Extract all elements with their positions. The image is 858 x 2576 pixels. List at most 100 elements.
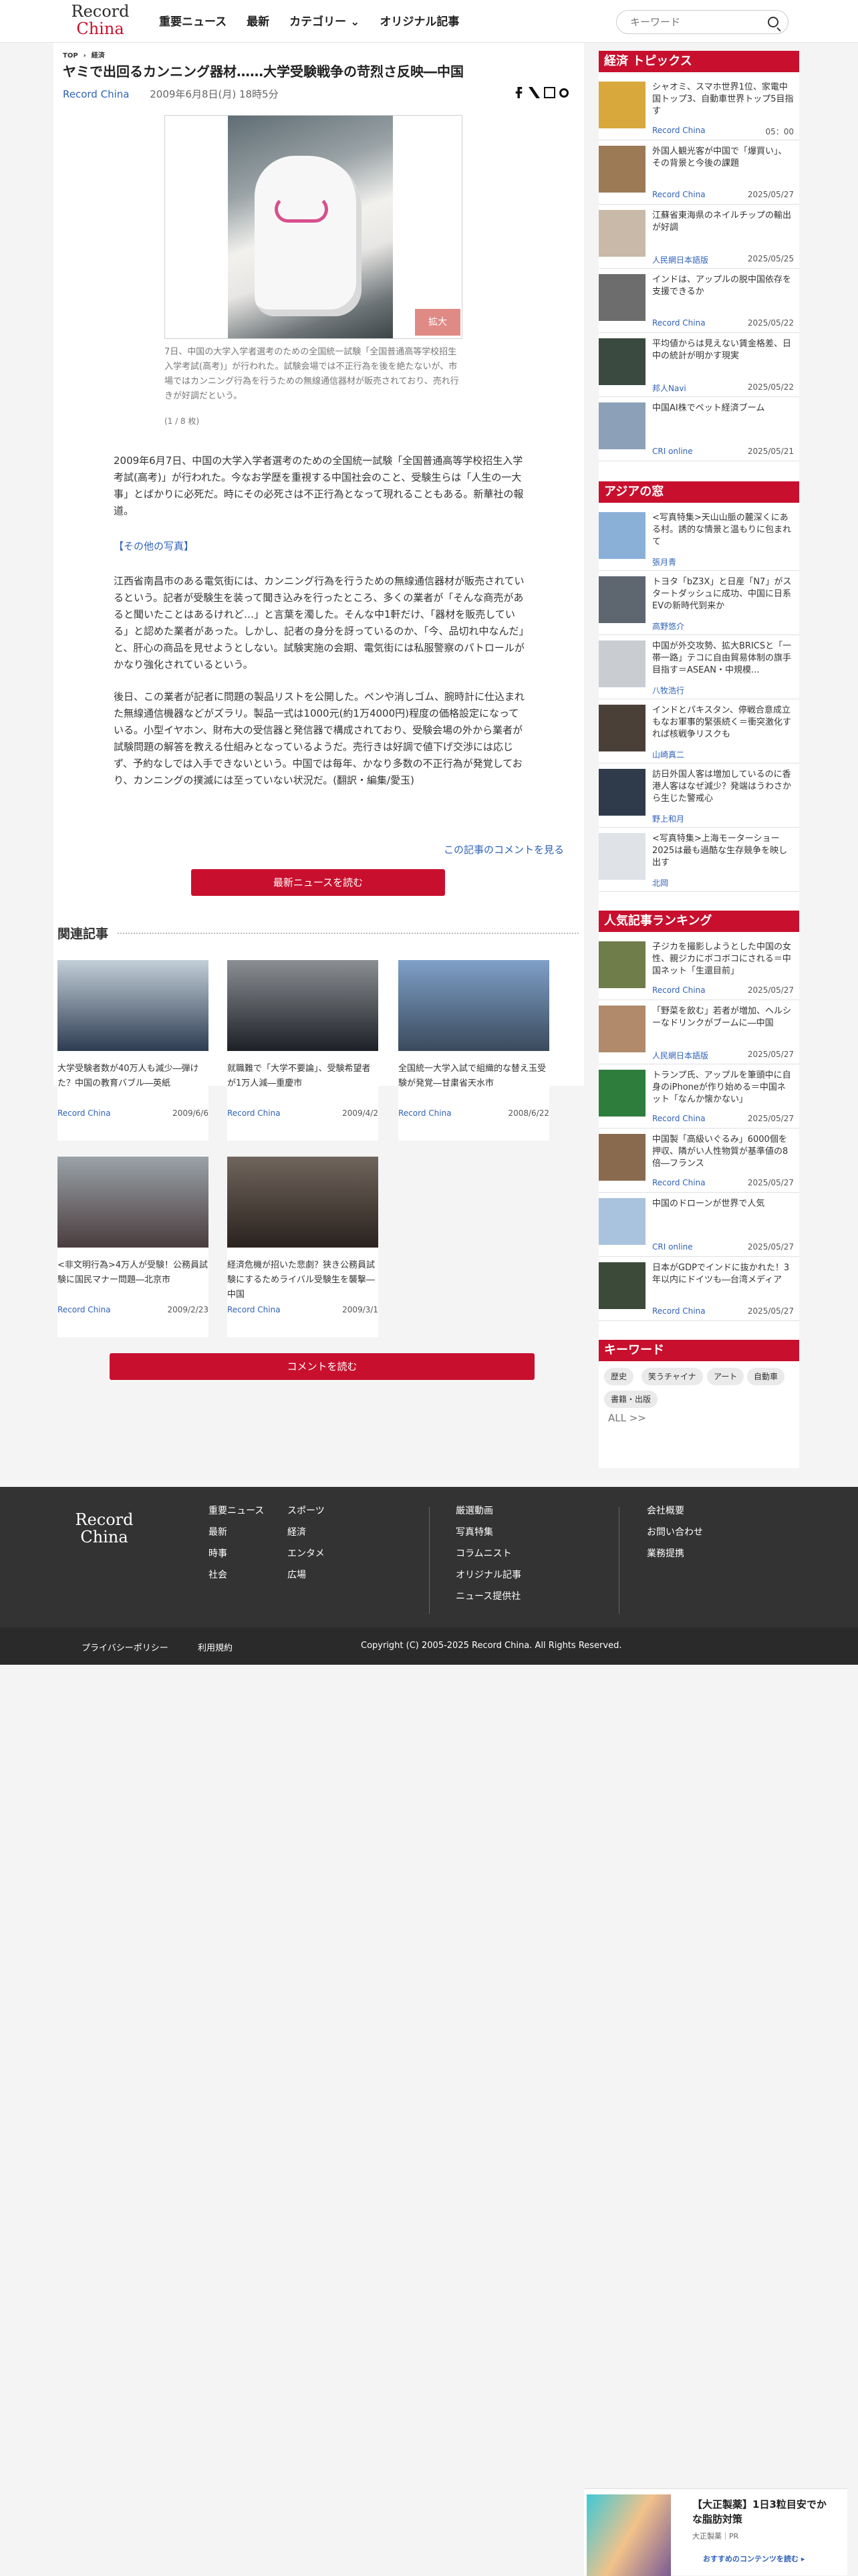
related-date: 2009/3/1	[342, 1305, 378, 1314]
footer-link[interactable]: 最新	[208, 1522, 264, 1543]
ad-sponsor: 大正製薬｜PR	[692, 2532, 739, 2541]
nav-category[interactable]: カテゴリー ⌄	[289, 12, 360, 29]
ranking-date: 2025/05/27	[747, 1242, 794, 1252]
ranking-thumbnail	[599, 941, 646, 988]
keyword-tag[interactable]: アート	[707, 1368, 744, 1385]
related-card[interactable]: 大学受験者数が40万人も減少―弾けた？中国の教育バブル―英紙 Record Ch…	[57, 960, 208, 1141]
topic-title: 中国AI株でペット経済ブーム	[652, 403, 765, 413]
topic-item[interactable]: シャオミ、スマホ世界1位、家電中国トップ3、自動車世界トップ5目指す Record…	[599, 76, 799, 140]
topic-date: 2025/05/22	[747, 318, 794, 328]
nav-important-news[interactable]: 重要ニュース	[159, 12, 227, 29]
ranking-date: 2025/05/27	[747, 985, 794, 995]
ranking-thumbnail	[599, 1262, 646, 1309]
topic-source: Record China	[652, 318, 706, 328]
ranking-source: Record China	[652, 1178, 706, 1187]
privacy-link[interactable]: プライバシーポリシー	[82, 1641, 168, 1653]
keyword-tag[interactable]: 書籍・出版	[604, 1391, 658, 1408]
topic-title: インドは、アップルの脱中国依存を支援できるか	[652, 275, 792, 297]
keyword-tag[interactable]: 自動車	[747, 1368, 785, 1385]
footer-link[interactable]: 広場	[287, 1564, 325, 1586]
asia-item[interactable]: <写真特集>天山山脈の麓深くにある村。誘的な情景と温もりに包まれて 張月青	[599, 507, 799, 571]
ranking-source: CRI online	[652, 1242, 693, 1252]
topic-item[interactable]: 江蘇省東海県のネイルチップの輸出が好調 人民網日本語版 2025/05/25	[599, 205, 799, 269]
ranking-source: 人民網日本語版	[652, 1051, 709, 1060]
footer-link[interactable]: 社会	[208, 1564, 264, 1586]
ad-title: 【大正製薬】1日3粒目安でかな脂肪対策	[692, 2498, 827, 2525]
footer-col-2: スポーツ 経済 エンタメ 広場	[287, 1500, 325, 1586]
related-title: 就職難で「大学不要論」、受験希望者が1万人減―重慶市	[227, 1064, 371, 1088]
ranking-item[interactable]: 中国のドローンが世界で人気 CRI online 2025/05/27	[599, 1193, 799, 1257]
asia-author: 野上和月	[652, 814, 685, 824]
related-card[interactable]: 経済危機が招いた悲劇？狭き公務員試験にするためライバル受験生を襲撃―中国 Rec…	[227, 1157, 378, 1337]
ranking-title: 「野菜を飲む」若者が増加、ヘルシーなドリンクがブームに―中国	[652, 1006, 792, 1028]
footer-divider	[429, 1507, 430, 1614]
keyword-tag[interactable]: 笑うチャイナ	[641, 1368, 703, 1385]
related-card[interactable]: 就職難で「大学不要論」、受験希望者が1万人減―重慶市 Record China …	[227, 960, 378, 1141]
nav-latest[interactable]: 最新	[247, 12, 269, 29]
ranking-item[interactable]: 「野菜を飲む」若者が増加、ヘルシーなドリンクがブームに―中国人民網日本語版 202…	[599, 1000, 799, 1064]
topic-source: 人民網日本語版	[652, 255, 709, 265]
topic-date: 2025/05/21	[747, 447, 794, 456]
ad-cta[interactable]: おすすめのコンテンツを読む ▸	[703, 2553, 805, 2564]
search-input[interactable]	[617, 11, 750, 33]
search-icon[interactable]	[768, 17, 778, 27]
related-thumbnail	[227, 1157, 378, 1248]
topic-item[interactable]: 外国人観光客が中国で「爆買い」、その背景と今後の課題 Record China 20…	[599, 140, 799, 205]
ranking-item[interactable]: トランプ氏、アップルを筆頭中に自身のiPhoneが作り始める＝中国ネット「なんか…	[599, 1064, 799, 1129]
ranking-date: 2025/05/27	[747, 1050, 794, 1059]
terms-link[interactable]: 利用規約	[198, 1641, 233, 1653]
ranking-title: 中国のドローンが世界で人気	[652, 1199, 765, 1209]
footer-link[interactable]: スポーツ	[287, 1500, 325, 1522]
site-logo[interactable]: Record China	[63, 3, 138, 40]
related-card[interactable]: <非文明行為>4万人が受験！公務員試験に国民マナー問題―北京市 Record C…	[57, 1157, 208, 1337]
ranking-item[interactable]: 子ジカを撮影しようとした中国の女性、親ジカにボコボコにされる＝中国ネット「生還目…	[599, 936, 799, 1000]
ranking-date: 2025/05/27	[747, 1114, 794, 1123]
footer-link[interactable]: 業務提携	[647, 1543, 703, 1564]
footer-link[interactable]: ニュース提供社	[456, 1586, 521, 1607]
ranking-item[interactable]: 日本がGDPでインドに抜かれた！3年以内にドイツも―台湾メディア Record C…	[599, 1257, 799, 1321]
asia-title: <写真特集>天山山脈の麓深くにある村。誘的な情景と温もりに包まれて	[652, 513, 792, 547]
footer-link[interactable]: 厳選動画	[456, 1500, 521, 1522]
asia-title: トヨタ「bZ3X」と日産「N7」がスタートダッシュに成功、中国に日系EVの新時代…	[652, 577, 792, 611]
related-card[interactable]: 全国統一大学入試で組織的な替え玉受験が発覚―甘粛省天水市 Record Chin…	[398, 960, 549, 1141]
nav-original[interactable]: オリジナル記事	[380, 12, 459, 29]
topic-thumbnail	[599, 210, 646, 257]
topic-source: 邦人Navi	[652, 384, 686, 393]
asia-item[interactable]: <写真特集>上海モーターショー2025は最も過酷な生存競争を映し出す 北岡	[599, 828, 799, 892]
asia-heading: アジアの窓	[599, 481, 799, 503]
related-thumbnail	[227, 960, 378, 1051]
topic-item[interactable]: 中国AI株でペット経済ブーム CRI online 2025/05/21	[599, 397, 799, 461]
asia-item[interactable]: 訪日外国人客は増加しているのに香港人客はなぜ減少？発端はうわさから生じた警戒心野…	[599, 764, 799, 828]
related-source: Record China	[227, 1108, 281, 1118]
footer-link[interactable]: エンタメ	[287, 1543, 325, 1564]
footer-link[interactable]: 重要ニュース	[208, 1500, 264, 1522]
footer-link[interactable]: 会社概要	[647, 1500, 703, 1522]
ranking-source: Record China	[652, 1114, 706, 1123]
asia-item[interactable]: インドとパキスタン、停戦合意成立もなお軍事的緊張続く＝衝突激化すれば核戦争リスク…	[599, 699, 799, 764]
asia-author: 八牧浩行	[652, 686, 685, 695]
sponsored-ad[interactable]: 【大正製薬】1日3粒目安でかな脂肪対策 大正製薬｜PR おすすめのコンテンツを読…	[584, 2488, 847, 2576]
footer-link[interactable]: 経済	[287, 1522, 325, 1543]
footer-link[interactable]: オリジナル記事	[456, 1564, 521, 1586]
topic-source: Record China	[652, 126, 706, 135]
asia-item[interactable]: トヨタ「bZ3X」と日産「N7」がスタートダッシュに成功、中国に日系EVの新時代…	[599, 571, 799, 635]
ranking-heading: 人気記事ランキング	[599, 911, 799, 932]
related-date: 2009/2/23	[167, 1305, 208, 1314]
footer-link[interactable]: お問い合わせ	[647, 1522, 703, 1543]
footer-logo-line1: Record	[75, 1510, 134, 1529]
footer-link[interactable]: コラムニスト	[456, 1543, 521, 1564]
footer-link[interactable]: 写真特集	[456, 1522, 521, 1543]
read-comments-button[interactable]: コメントを読む	[110, 1353, 535, 1380]
topic-thumbnail	[599, 146, 646, 193]
topic-item[interactable]: インドは、アップルの脱中国依存を支援できるか Record China 2025/0…	[599, 269, 799, 333]
logo-line1: Record	[71, 2, 130, 21]
footer-link[interactable]: 時事	[208, 1543, 264, 1564]
ranking-date: 2025/05/27	[747, 1306, 794, 1316]
keywords-all-link[interactable]: ALL >>	[608, 1412, 646, 1424]
asia-item[interactable]: 中国が外交攻勢、拡大BRICSと「一帯一路」テコに自由貿易体制の旗手目指す＝AS…	[599, 635, 799, 699]
footer-logo-line2: China	[80, 1528, 128, 1546]
footer-logo[interactable]: Record China	[72, 1511, 136, 1551]
topic-item[interactable]: 平均値からは見えない賃金格差、日中の統計が明かす現実 邦人Navi 2025/05/…	[599, 333, 799, 397]
ranking-item[interactable]: 中国製「高級いぐるみ」6000個を押収、隣がい人性物質が基準値の8倍―フランス R…	[599, 1129, 799, 1193]
keyword-tag[interactable]: 歴史	[604, 1368, 634, 1385]
